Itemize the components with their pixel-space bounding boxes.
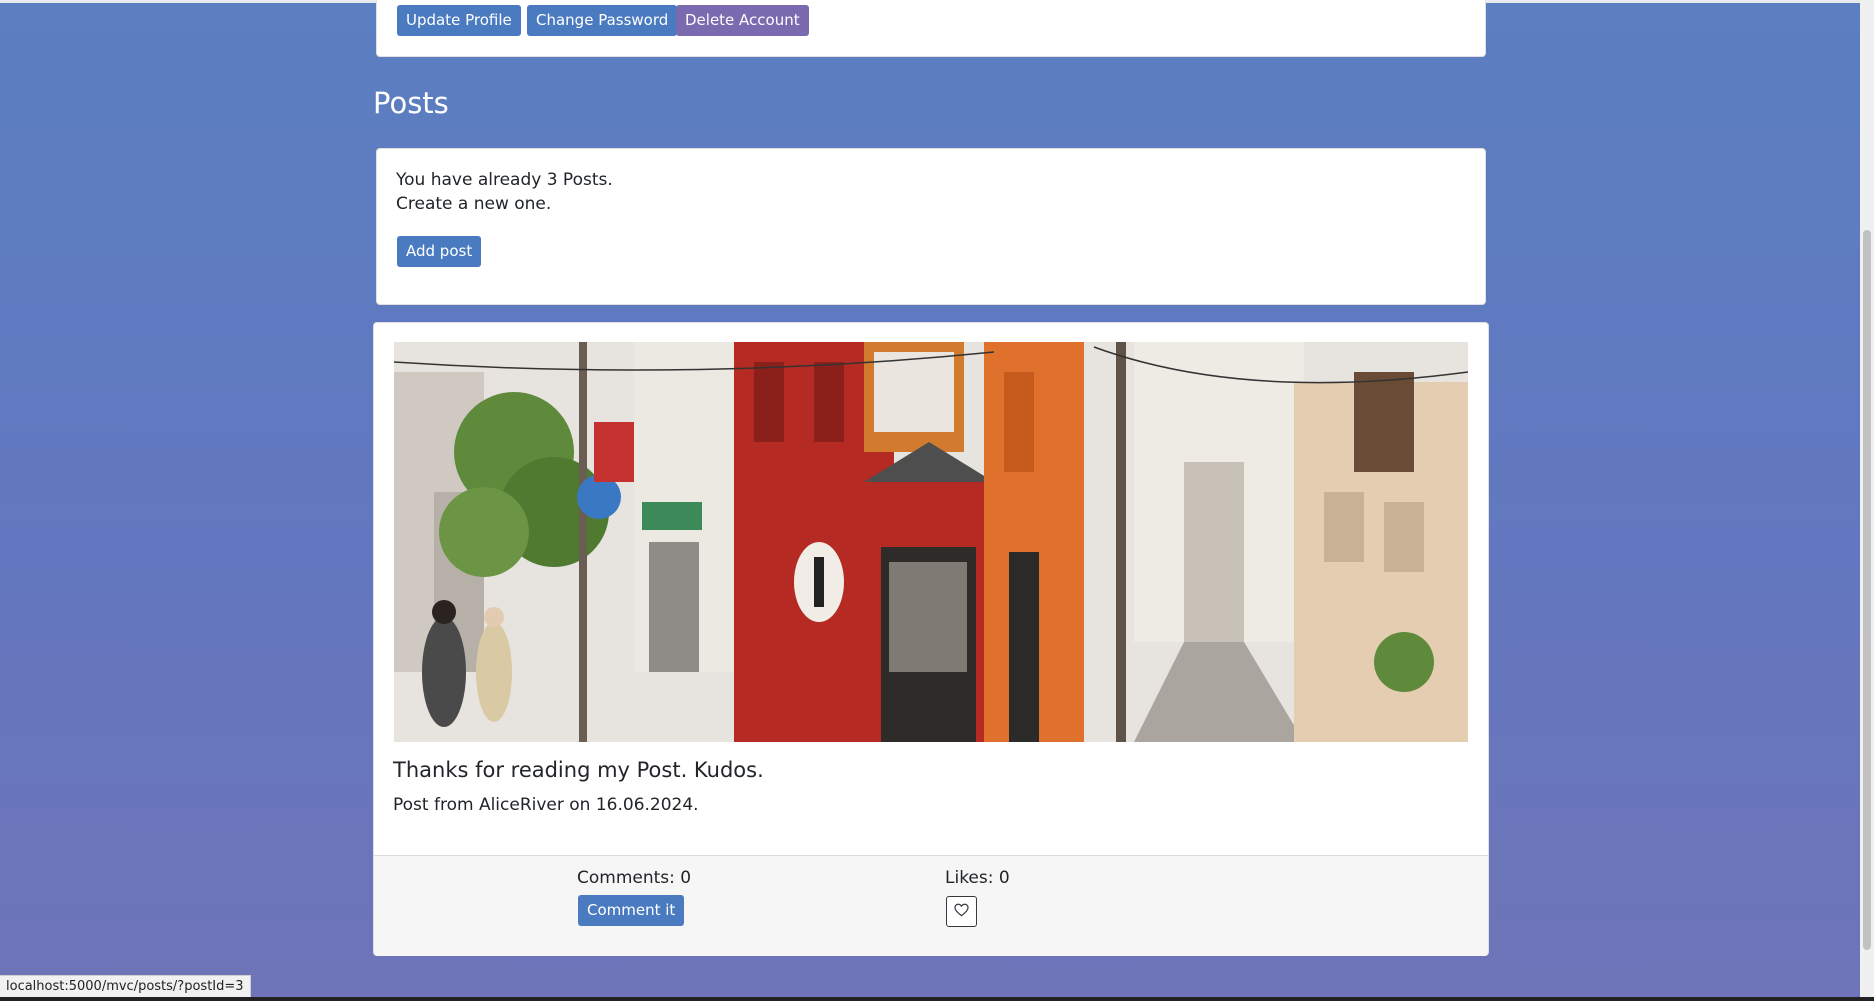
likes-count: Likes: 0	[945, 868, 1010, 888]
comment-button[interactable]: Comment it	[578, 895, 685, 926]
create-post-hint: Create a new one.	[396, 194, 552, 214]
add-post-button[interactable]: Add post	[397, 236, 482, 267]
change-password-button[interactable]: Change Password	[527, 5, 678, 36]
post-image	[394, 342, 1468, 742]
posts-count-text: You have already 3 Posts.	[396, 170, 613, 190]
page-scrollbar[interactable]	[1860, 0, 1874, 1001]
post-meta: Post from AliceRiver on 16.06.2024.	[393, 795, 699, 815]
browser-status-url: localhost:5000/mvc/posts/?postId=3	[0, 975, 251, 999]
comments-count: Comments: 0	[577, 868, 692, 888]
post-footer	[374, 855, 1488, 956]
window-bottom-edge	[0, 997, 1874, 1001]
delete-account-button[interactable]: Delete Account	[676, 5, 809, 36]
update-profile-button[interactable]: Update Profile	[397, 5, 521, 36]
posts-heading: Posts	[373, 86, 449, 120]
scrollbar-thumb[interactable]	[1863, 230, 1871, 950]
like-button[interactable]	[946, 896, 977, 927]
post-title: Thanks for reading my Post. Kudos.	[393, 758, 764, 782]
heart-outline-icon	[954, 902, 969, 921]
